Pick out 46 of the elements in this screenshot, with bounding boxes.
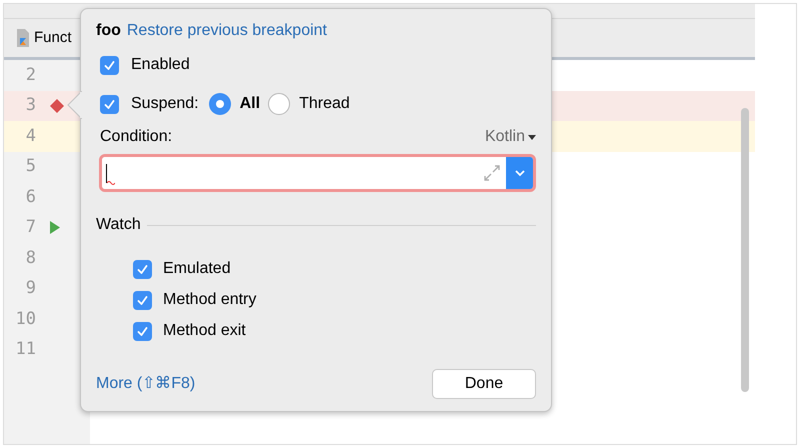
kotlin-file-icon	[16, 28, 32, 48]
checkbox[interactable]	[133, 322, 152, 340]
checkbox-label: Suspend:	[131, 94, 199, 114]
line-number: 10	[14, 308, 36, 330]
more-link[interactable]: More (⇧⌘F8)	[96, 372, 196, 396]
line-number: 2	[24, 64, 36, 86]
line-number: 6	[24, 186, 36, 208]
scrollbar[interactable]	[741, 108, 749, 392]
condition-label: Condition:	[100, 127, 172, 147]
checkmark-icon	[136, 262, 149, 276]
section-title: Watch	[96, 215, 141, 235]
checkmark-icon	[103, 58, 116, 72]
done-button[interactable]: Done	[432, 369, 536, 399]
checkbox[interactable]	[100, 94, 119, 114]
restore-link[interactable]: Restore previous breakpoint	[126, 19, 327, 43]
breakpoint-name: foo	[96, 21, 121, 41]
checkbox[interactable]	[100, 56, 119, 74]
breakpoint-icon[interactable]	[50, 98, 64, 113]
chevron-down-icon	[514, 170, 524, 176]
checkbox-label: Enabled	[131, 55, 190, 75]
line-number: 9	[24, 277, 36, 300]
history-dropdown-button[interactable]	[506, 157, 533, 189]
text-cursor-icon	[106, 164, 114, 182]
radio-button[interactable]	[268, 93, 290, 115]
checkmark-icon	[103, 98, 116, 110]
language-dropdown[interactable]: Kotlin	[484, 125, 536, 149]
checkmark-icon	[136, 324, 149, 338]
checkbox[interactable]	[133, 290, 152, 310]
checkbox-label: Method entry	[163, 290, 256, 310]
run-icon[interactable]	[50, 221, 60, 234]
radio-label: Thread	[299, 94, 350, 114]
line-number: 3	[24, 94, 36, 117]
condition-field[interactable]	[99, 154, 536, 192]
checkbox[interactable]	[133, 260, 152, 278]
caret-icon	[528, 134, 536, 140]
radio-label: All	[240, 94, 260, 114]
line-number: 4	[24, 124, 36, 148]
expand-icon[interactable]	[484, 165, 500, 181]
line-number: 8	[24, 246, 36, 270]
line-number: 5	[24, 155, 36, 178]
line-number: 7	[24, 216, 36, 239]
radio-button[interactable]	[208, 93, 231, 115]
checkmark-icon	[136, 294, 149, 306]
line-number: 11	[14, 338, 36, 361]
checkbox-label: Method exit	[163, 321, 246, 341]
checkbox-label: Emulated	[163, 259, 231, 279]
